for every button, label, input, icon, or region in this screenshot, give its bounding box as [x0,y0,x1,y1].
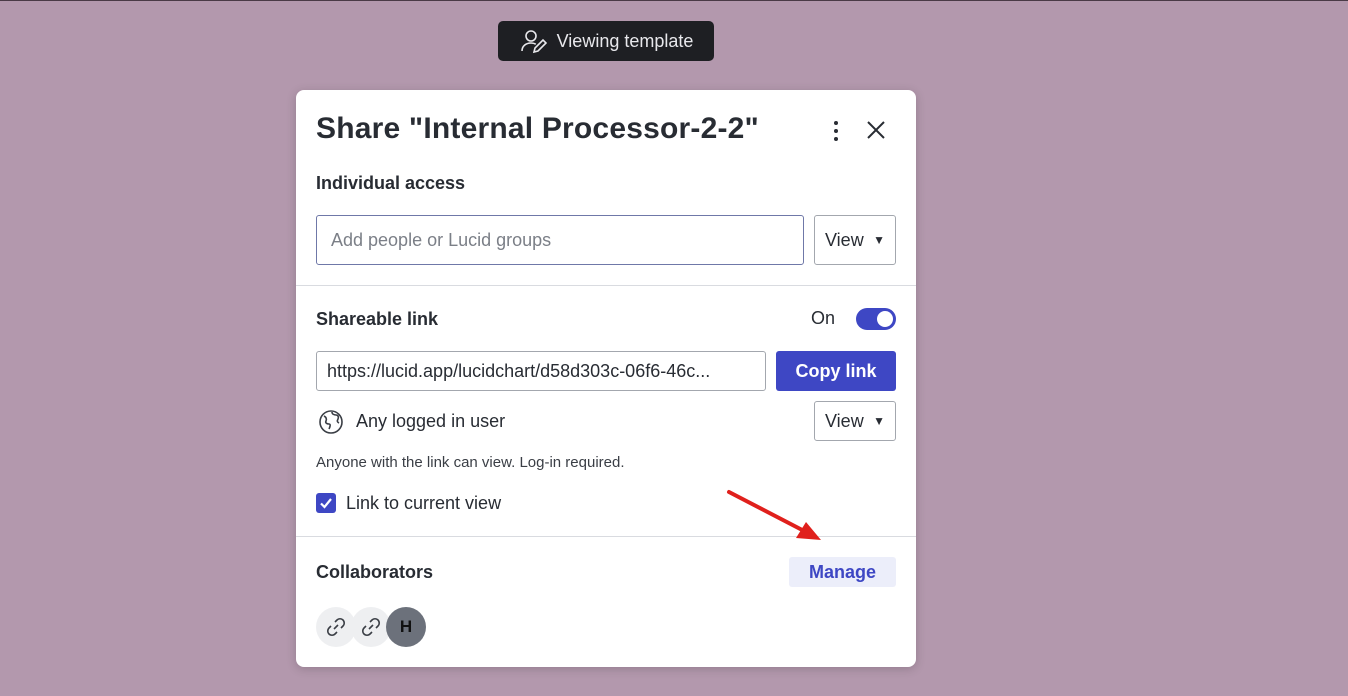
viewing-template-label: Viewing template [556,30,694,51]
collaborators-heading: Collaborators [316,562,434,582]
share-url-field[interactable]: https://lucid.app/lucidchart/d58d303c-06… [316,351,766,391]
link-audience-label: Any logged in user [356,411,506,431]
individual-access-heading: Individual access [316,173,466,193]
close-icon[interactable] [864,118,888,142]
avatar-initial: H [399,617,413,636]
user-avatar[interactable]: H [386,607,426,647]
shareable-link-heading: Shareable link [316,309,439,329]
link-to-current-view-label: Link to current view [346,493,502,513]
toggle-state-label: On [811,308,836,328]
checkmark-icon [320,498,332,509]
caret-down-icon: ▼ [873,233,885,247]
link-permission-value: View [825,410,864,431]
link-help-text: Anyone with the link can view. Log-in re… [316,454,625,471]
copy-link-button[interactable]: Copy link [776,351,896,391]
link-avatar[interactable] [351,607,391,647]
link-icon [326,617,346,637]
link-permission-select[interactable]: View ▼ [814,401,896,441]
add-people-input[interactable] [316,215,804,265]
link-icon [361,617,381,637]
individual-permission-value: View [825,229,864,250]
divider [296,536,916,537]
user-edit-icon [520,30,547,54]
share-url-text: https://lucid.app/lucidchart/d58d303c-06… [327,360,711,381]
more-options-icon[interactable] [826,118,846,144]
individual-permission-select[interactable]: View ▼ [814,215,896,265]
shareable-link-toggle[interactable] [856,308,896,330]
dialog-title: Share "Internal Processor-2-2" [316,112,759,145]
link-avatar[interactable] [316,607,356,647]
manage-collaborators-button[interactable]: Manage [789,557,896,587]
globe-icon [319,410,343,434]
link-to-current-view-checkbox[interactable] [316,493,336,513]
caret-down-icon: ▼ [873,414,885,428]
share-dialog: Share "Internal Processor-2-2" Individua… [296,90,916,667]
viewing-template-badge: Viewing template [498,21,714,61]
divider [296,285,916,286]
